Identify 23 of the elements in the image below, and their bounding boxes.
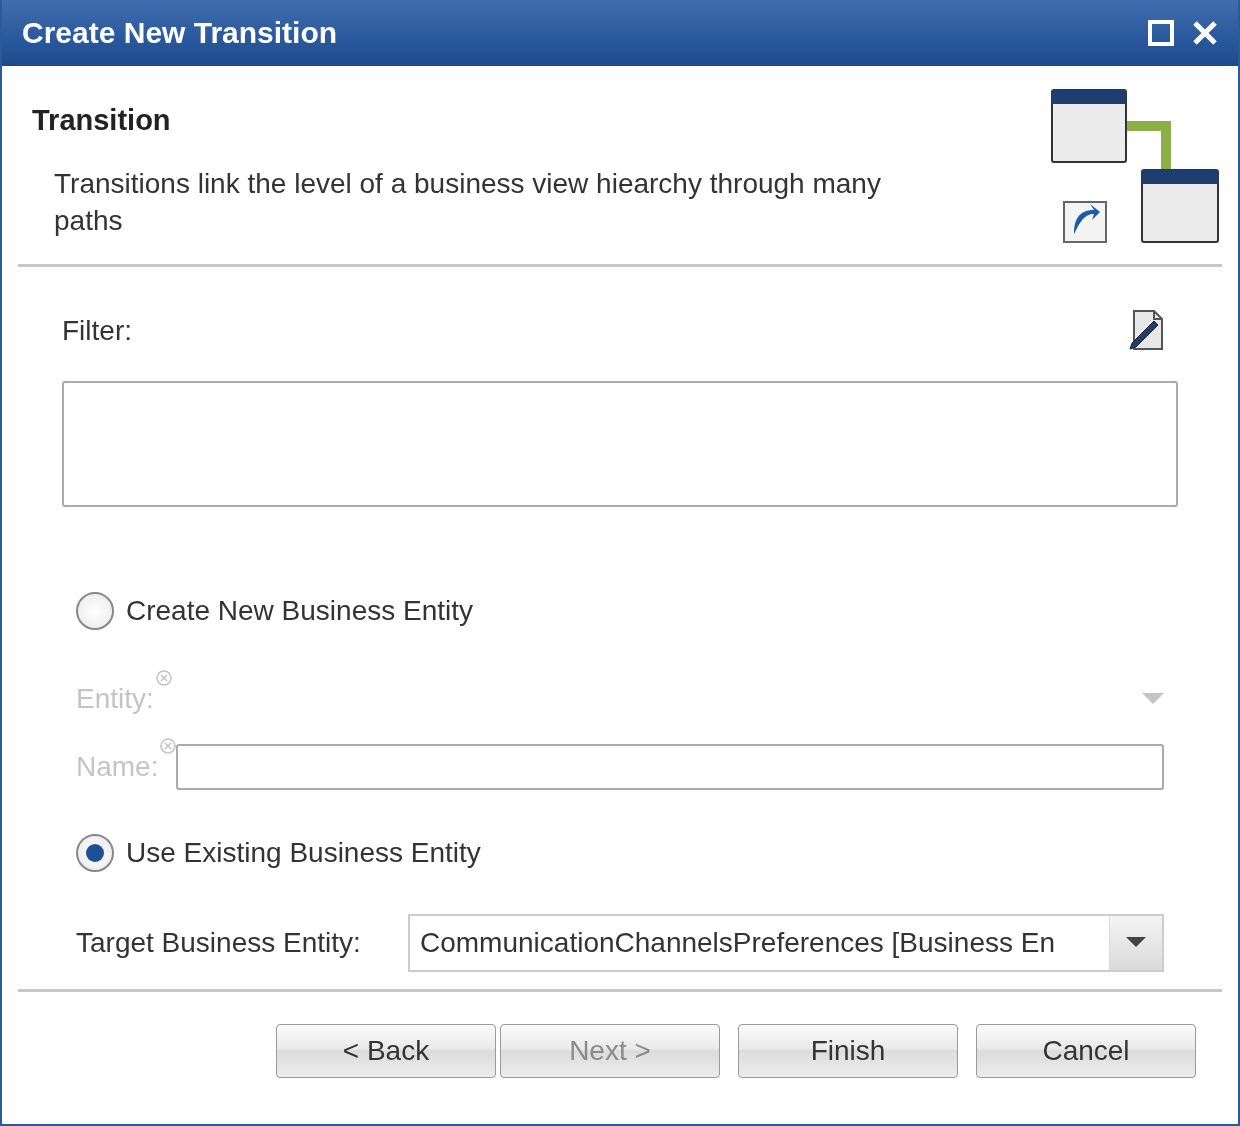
- wizard-button[interactable]: Cancel: [976, 1024, 1196, 1078]
- section-description: Transitions link the level of a business view hiearchy through many paths: [54, 167, 882, 238]
- filter-label: Filter:: [62, 315, 132, 347]
- radio-label: Use Existing Business Entity: [126, 837, 481, 869]
- target-label: Target Business Entity:: [76, 927, 361, 959]
- field-label: Name:: [76, 751, 159, 783]
- edit-document-icon[interactable]: [1126, 309, 1166, 353]
- caret-icon: [1126, 937, 1146, 949]
- name-field[interactable]: [176, 744, 1164, 790]
- field-label: Entity:: [76, 683, 154, 715]
- clear-icon[interactable]: [160, 738, 177, 754]
- radio-label: Create New Business Entity: [126, 595, 474, 627]
- target-value: CommunicationChannelsPreferences [Business En: [420, 927, 1056, 959]
- section-title: Transition: [32, 104, 172, 137]
- radio-button[interactable]: [76, 834, 114, 872]
- maximize-icon[interactable]: [1148, 20, 1174, 46]
- radio-button[interactable]: [76, 592, 114, 630]
- filter-field[interactable]: [62, 381, 1178, 507]
- wizard-button[interactable]: Finish: [738, 1024, 958, 1078]
- close-icon[interactable]: [1192, 20, 1218, 46]
- wizard-button[interactable]: < Back: [276, 1024, 496, 1078]
- target-dropdown[interactable]: CommunicationChannelsPreferences [Business En: [408, 914, 1164, 972]
- window-title: Create New Transition: [22, 16, 338, 50]
